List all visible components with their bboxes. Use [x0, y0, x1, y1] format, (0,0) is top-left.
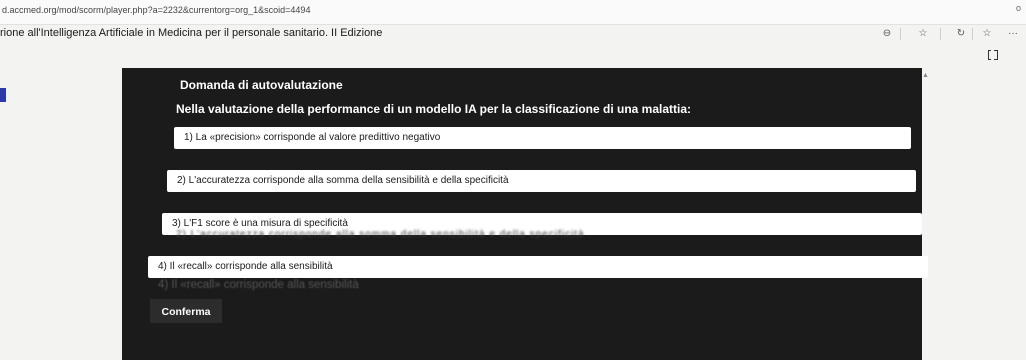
answer-option-4[interactable]: 4) Il «recall» corrisponde alla sensibil…: [148, 256, 928, 278]
answer-option-1[interactable]: 1) La «precision» corrisponde al valore …: [174, 127, 911, 149]
answer-option-2[interactable]: 2) L'accuratezza corrisponde alla somma …: [167, 170, 916, 192]
toolbar-divider: [940, 28, 941, 40]
toolbar-divider: [900, 28, 901, 40]
browser-address-bar[interactable]: d.accmed.org/mod/scorm/player.php?a=2232…: [0, 0, 1026, 25]
quiz-heading: Domanda di autovalutazione: [180, 78, 343, 92]
collections-star-icon[interactable]: ☆: [980, 27, 994, 41]
quiz-question: Nella valutazione della performance di u…: [176, 102, 692, 116]
favorite-star-icon[interactable]: ☆: [916, 27, 930, 41]
toolbar-divider: [972, 28, 973, 40]
ghost-text: 2) L'accuratezza corrisponde alla somma …: [176, 229, 585, 240]
ghost-text-large: 4) Il «recall» corrisponde alla sensibil…: [158, 279, 359, 291]
scroll-up-icon[interactable]: ▲: [922, 72, 929, 79]
window-minimize-button[interactable]: o: [1016, 3, 1021, 13]
url-text[interactable]: d.accmed.org/mod/scorm/player.php?a=2232…: [2, 5, 310, 15]
page-title: rione all'Intelligenza Artificiale in Me…: [0, 27, 383, 39]
refresh-icon[interactable]: ↻: [954, 27, 968, 41]
toolbar-strip: [0, 44, 1026, 66]
fullscreen-icon[interactable]: [988, 49, 998, 60]
confirm-button[interactable]: Conferma: [150, 299, 222, 323]
more-menu-button[interactable]: ···: [1006, 27, 1020, 41]
reader-mode-icon[interactable]: ⊖: [880, 27, 894, 41]
sidebar-accent-tab[interactable]: [0, 88, 6, 102]
